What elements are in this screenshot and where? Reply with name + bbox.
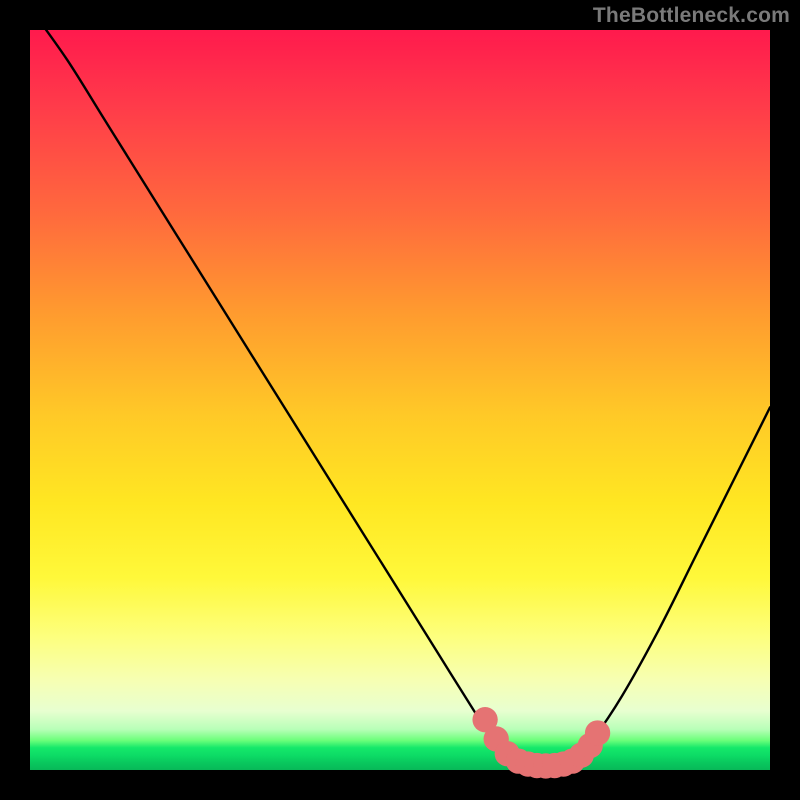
curve-markers xyxy=(472,707,610,779)
bottleneck-curve xyxy=(30,8,770,767)
curve-marker xyxy=(585,720,610,745)
chart-frame: TheBottleneck.com xyxy=(0,0,800,800)
bottleneck-curve-svg xyxy=(30,30,770,770)
plot-area xyxy=(30,30,770,770)
watermark-label: TheBottleneck.com xyxy=(593,4,790,28)
